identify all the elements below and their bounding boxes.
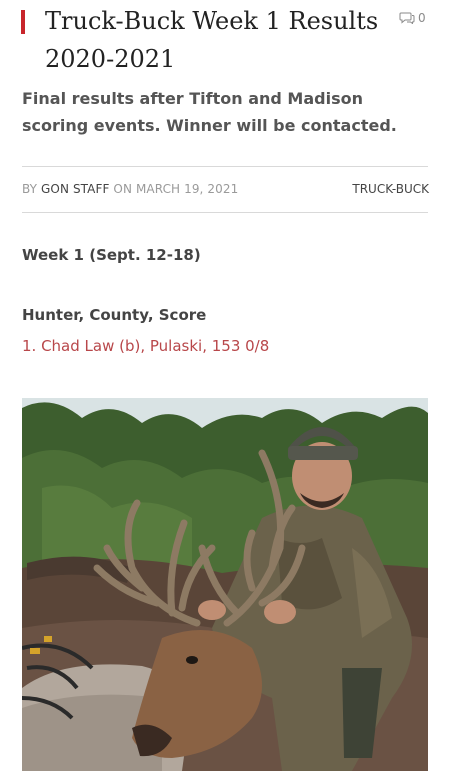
article-page: Truck-Buck Week 1 Results 2020-2021 0 Fi… bbox=[0, 0, 451, 771]
article-title-line-2: 2020-2021 bbox=[45, 45, 176, 73]
category-link[interactable]: TRUCK-BUCK bbox=[352, 182, 429, 196]
result-entry-link[interactable]: 1. Chad Law (b), Pulaski, 153 0/8 bbox=[22, 337, 269, 355]
meta-divider-top bbox=[22, 166, 428, 167]
byline-on: ON bbox=[113, 182, 133, 196]
title-accent-bar bbox=[21, 10, 25, 34]
article-title: Truck-Buck Week 1 Results 2020-2021 bbox=[45, 2, 390, 78]
results-columns-heading: Hunter, County, Score bbox=[22, 306, 207, 324]
comments-link[interactable]: 0 bbox=[399, 11, 426, 25]
comment-bubble-icon bbox=[399, 12, 415, 24]
byline-by: BY bbox=[22, 182, 38, 196]
article-title-line-1: Truck-Buck Week 1 Results bbox=[45, 7, 379, 35]
hunter-deer-photo bbox=[22, 398, 428, 771]
article-byline: BY GON STAFF ON MARCH 19, 2021 bbox=[22, 182, 238, 196]
publish-date: MARCH 19, 2021 bbox=[135, 182, 239, 196]
comment-count: 0 bbox=[418, 11, 426, 25]
author-link[interactable]: GON STAFF bbox=[41, 182, 109, 196]
week-heading: Week 1 (Sept. 12-18) bbox=[22, 246, 201, 264]
article-excerpt: Final results after Tifton and Madison s… bbox=[22, 89, 397, 135]
meta-divider-bottom bbox=[22, 212, 428, 213]
